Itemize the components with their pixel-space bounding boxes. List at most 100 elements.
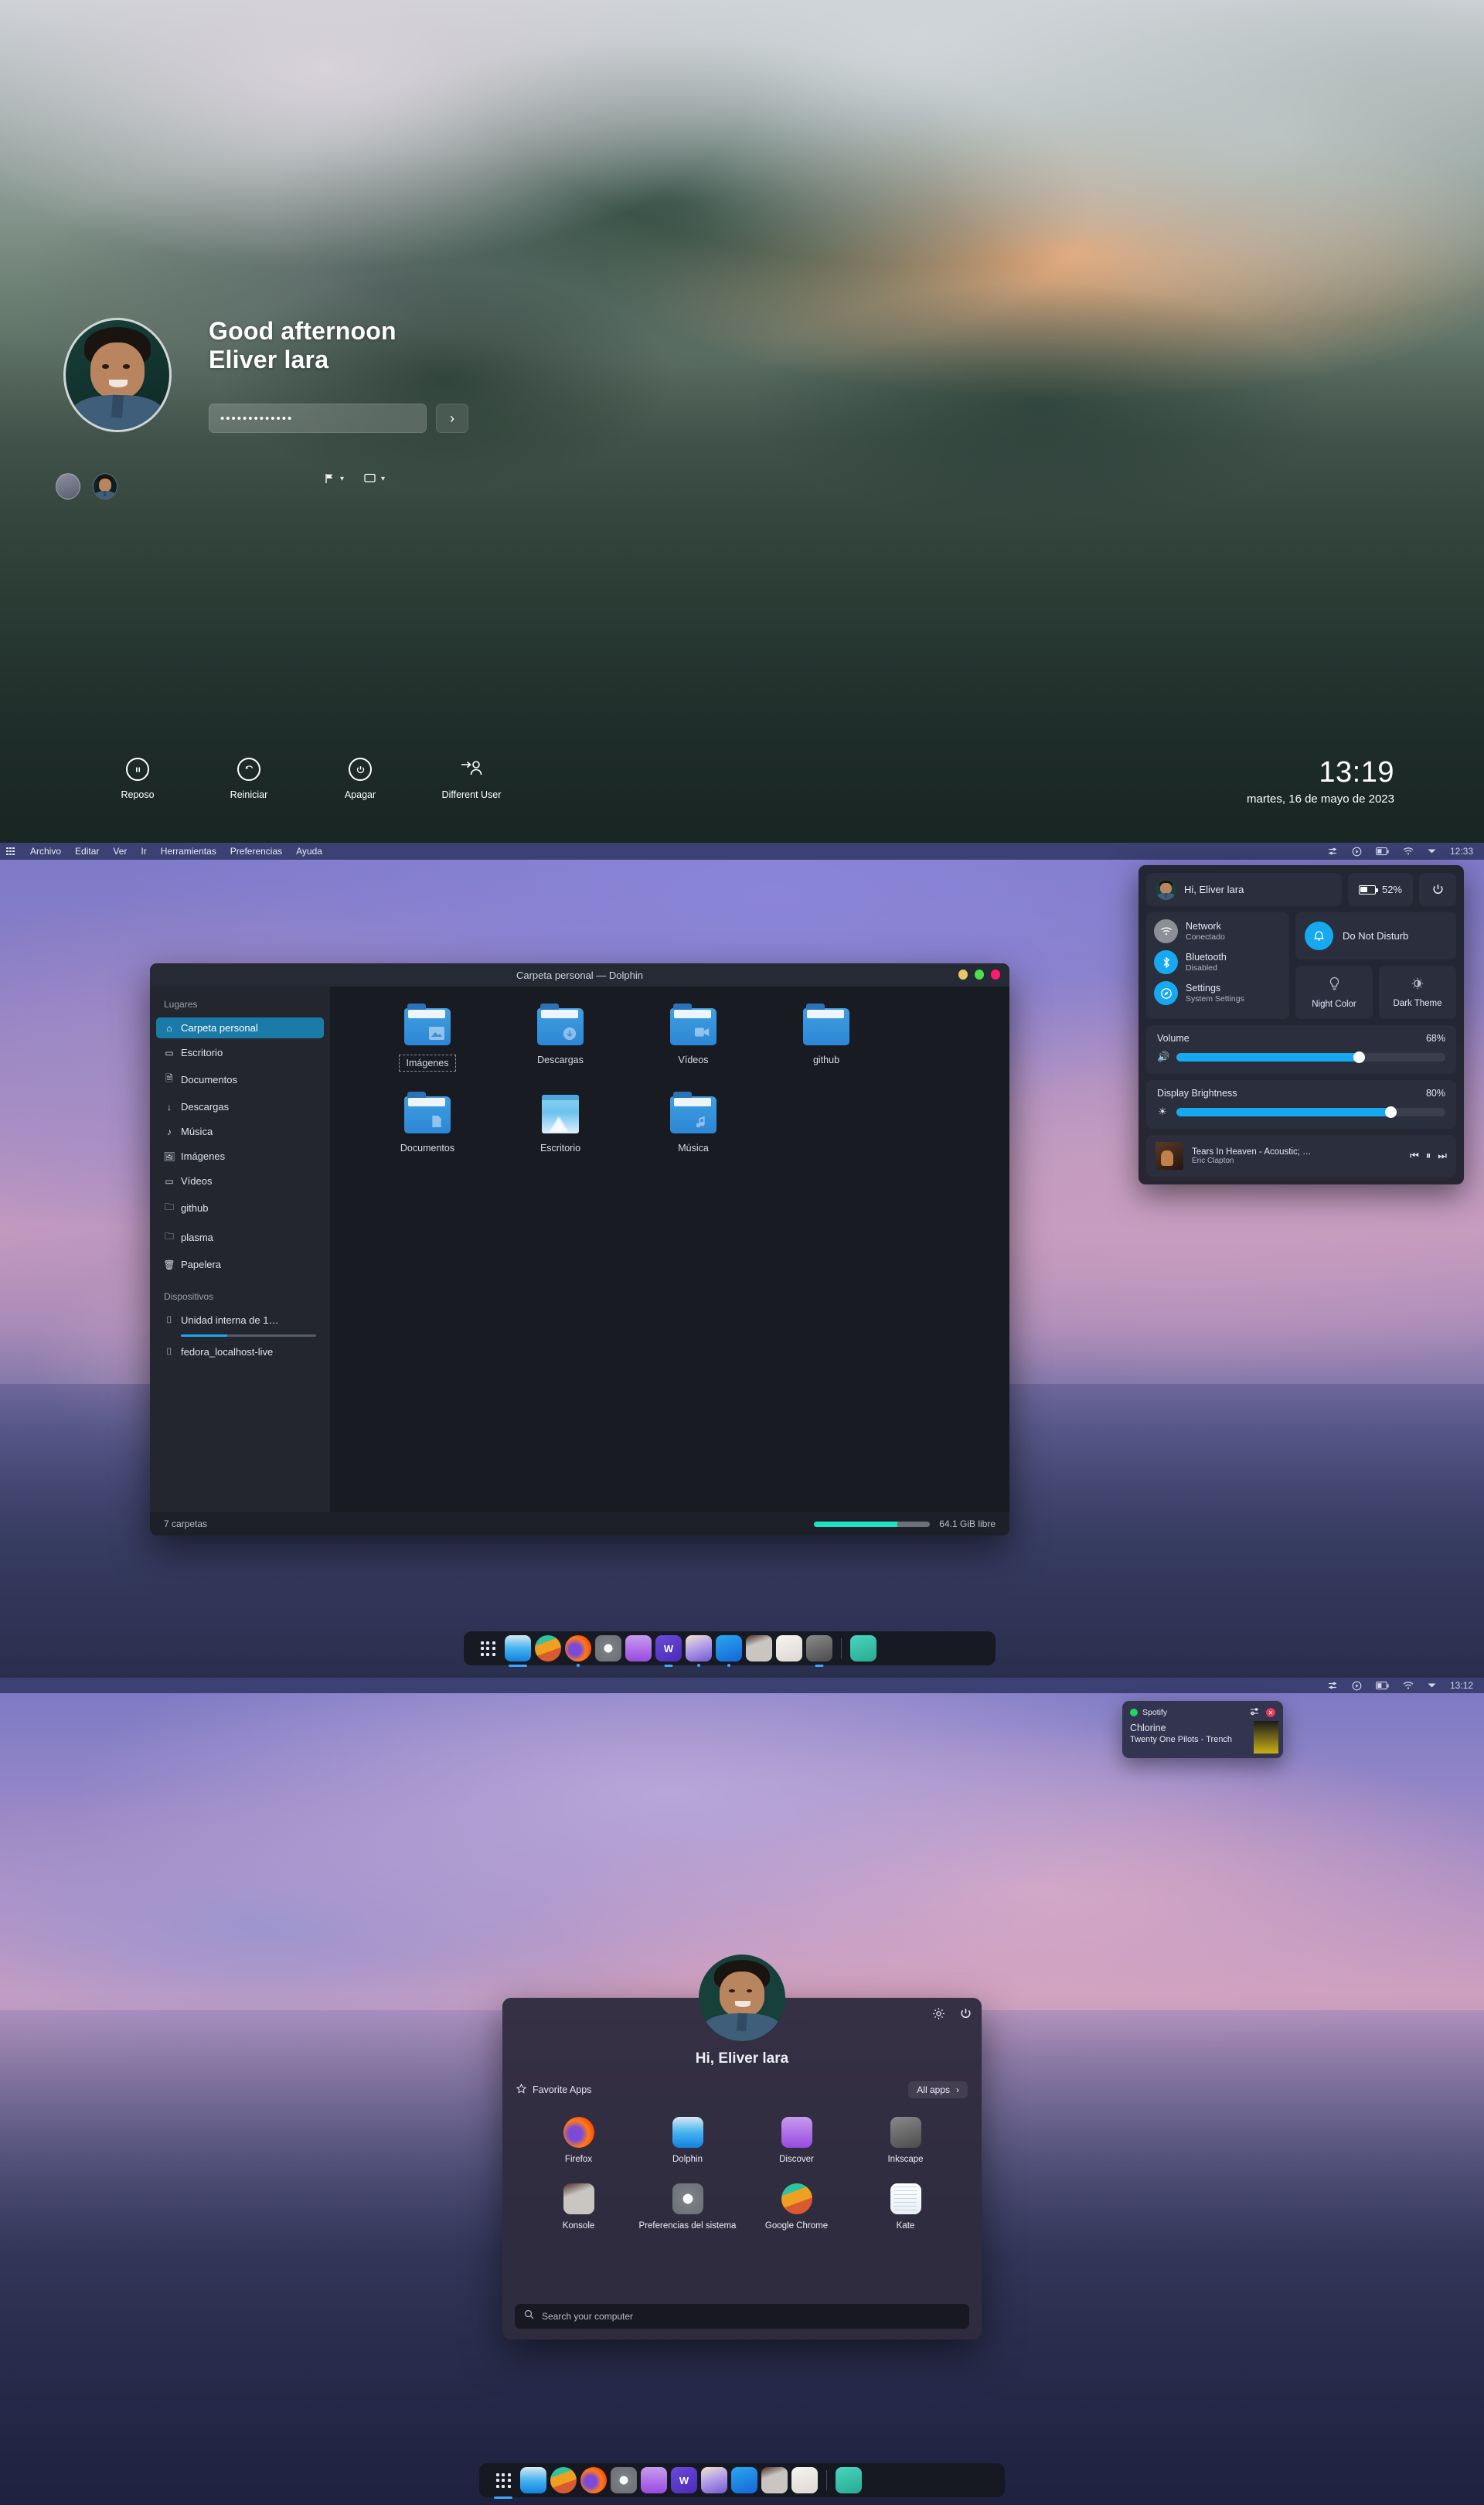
dock-item-discover[interactable] (625, 1635, 652, 1661)
toggle-night-color[interactable]: Night Color (1295, 966, 1373, 1019)
close-icon[interactable]: ✕ (1266, 1708, 1275, 1717)
toggle-network[interactable]: Network Conectado (1154, 919, 1281, 943)
sliders-icon[interactable] (1250, 1707, 1260, 1718)
dock-item-inkscape[interactable] (806, 1635, 832, 1667)
dock-item-dolphin[interactable] (520, 2467, 546, 2493)
audio-mixer-icon[interactable] (1328, 1681, 1338, 1691)
dock-item-vscode[interactable] (731, 2467, 757, 2493)
panel-clock[interactable]: 12:33 (1450, 846, 1473, 857)
notification-popup[interactable]: Spotify ✕ Chlorine Twenty One Pilots - T… (1122, 1701, 1283, 1758)
menu-item-ver[interactable]: Ver (106, 843, 134, 860)
sidebar-item-documentos[interactable]: 🗎 Documentos (156, 1067, 324, 1092)
app-grid-icon[interactable] (475, 1635, 501, 1661)
battery-icon[interactable] (1376, 1681, 1389, 1690)
media-player-widget[interactable]: Tears In Heaven - Acoustic; … Eric Clapt… (1146, 1135, 1456, 1177)
user-thumb-current[interactable] (93, 473, 117, 499)
app-kate[interactable]: Kate (851, 2176, 960, 2239)
menu-item-preferencias[interactable]: Preferencias (223, 843, 289, 860)
file-item[interactable]: Vídeos (627, 1004, 760, 1072)
dolphin-window[interactable]: Carpeta personal — Dolphin Lugares ⌂ Car… (150, 963, 1009, 1535)
switch-user-button[interactable]: Different User (434, 756, 509, 801)
dock-item-gallery[interactable] (701, 2467, 727, 2493)
brightness-slider[interactable] (1176, 1106, 1445, 1118)
volume-slider-knob[interactable] (1353, 1051, 1365, 1063)
keyboard-layout-selector[interactable]: ▾ (325, 473, 344, 484)
close-button[interactable] (991, 970, 1000, 980)
file-item[interactable]: Documentos (361, 1092, 494, 1154)
sidebar-item-carpeta-personal[interactable]: ⌂ Carpeta personal (156, 1017, 324, 1038)
dock-item-kvantum[interactable] (776, 1635, 802, 1661)
dock-item-chrome[interactable] (550, 2467, 577, 2493)
sidebar-item-github[interactable]: 🗀 github (156, 1195, 324, 1221)
file-item[interactable]: Descargas (494, 1004, 627, 1072)
gear-icon[interactable] (932, 2007, 945, 2024)
dolphin-titlebar[interactable]: Carpeta personal — Dolphin (150, 963, 1009, 987)
menu-item-herramientas[interactable]: Herramientas (154, 843, 223, 860)
power-icon[interactable] (959, 2007, 972, 2024)
maximize-button[interactable] (975, 970, 984, 980)
password-input[interactable]: ••••••••••••• (209, 404, 427, 434)
dock-item-konsole[interactable] (746, 1635, 772, 1661)
chevron-down-icon[interactable] (1428, 1682, 1436, 1689)
previous-icon[interactable]: ⏮ (1410, 1150, 1419, 1162)
sidebar-item-papelera[interactable]: 🗑 Papelera (156, 1254, 324, 1275)
app-konsole[interactable]: Konsole (524, 2176, 633, 2239)
app-system-settings[interactable]: Preferencias del sistema (633, 2176, 742, 2239)
dock-item-trash[interactable] (850, 1635, 876, 1661)
file-grid-view[interactable]: Imágenes Descargas Vídeos github Documen… (330, 987, 1009, 1512)
dock-item-chrome[interactable] (535, 1635, 561, 1661)
file-item[interactable]: github (760, 1004, 893, 1072)
file-item[interactable]: Escritorio (494, 1093, 627, 1154)
sidebar-item-fedora-live[interactable]: ⌷ fedora_localhost-live (156, 1341, 324, 1362)
dock-item-office[interactable]: W (655, 1635, 682, 1667)
minimize-button[interactable] (958, 970, 968, 980)
next-icon[interactable]: ⏭ (1438, 1150, 1447, 1162)
wifi-icon[interactable] (1403, 847, 1414, 856)
dock-item-settings[interactable] (611, 2467, 637, 2493)
app-grid-icon[interactable] (6, 847, 17, 856)
toggle-bluetooth[interactable]: Bluetooth Disabled (1154, 950, 1281, 974)
app-grid-icon[interactable] (490, 2467, 516, 2499)
power-button[interactable] (1419, 873, 1456, 906)
toggle-dark-theme[interactable]: Dark Theme (1379, 966, 1456, 1019)
menu-item-editar[interactable]: Editar (68, 843, 106, 860)
shutdown-button[interactable]: Apagar (323, 756, 397, 801)
application-launcher[interactable]: Hi, Eliver lara Favorite Apps All apps ›… (502, 1955, 982, 2340)
app-google-chrome[interactable]: Google Chrome (742, 2176, 851, 2239)
system-tray-popup[interactable]: Hi, Eliver lara 52% Network Conectado Bl… (1139, 865, 1464, 1184)
sidebar-item-musica[interactable]: ♪ Música (156, 1121, 324, 1142)
volume-slider-card[interactable]: Volume 68% 🔊 (1146, 1025, 1456, 1074)
restart-button[interactable]: Reiniciar (212, 756, 286, 801)
dock-item-vscode[interactable] (716, 1635, 742, 1667)
media-player-icon[interactable] (1352, 847, 1362, 857)
dock-item-firefox[interactable] (565, 1635, 591, 1667)
dock-item-firefox[interactable] (580, 2467, 607, 2493)
dock-item-dolphin[interactable] (505, 1635, 531, 1667)
dock-item-kvantum[interactable] (791, 2467, 818, 2493)
pause-icon[interactable]: ⏸ (1426, 1150, 1431, 1162)
avatar[interactable] (699, 1955, 785, 2041)
login-submit-button[interactable]: › (436, 404, 468, 434)
audio-mixer-icon[interactable] (1328, 847, 1338, 857)
volume-slider[interactable] (1176, 1051, 1445, 1063)
toggle-do-not-disturb[interactable]: Do Not Disturb (1295, 912, 1456, 959)
file-item[interactable]: Música (627, 1092, 760, 1154)
sidebar-item-descargas[interactable]: ↓ Descargas (156, 1096, 324, 1117)
dock-item-discover[interactable] (641, 2467, 667, 2493)
user-thumb-other[interactable] (56, 473, 80, 499)
brightness-slider-knob[interactable] (1385, 1106, 1397, 1118)
file-item[interactable]: Imágenes (361, 1004, 494, 1072)
search-input[interactable]: Search your computer (515, 2304, 969, 2329)
sidebar-item-imagenes[interactable]: 🖼 Imágenes (156, 1146, 324, 1167)
app-discover[interactable]: Discover (742, 2109, 851, 2173)
menu-item-ir[interactable]: Ir (134, 843, 153, 860)
sidebar-item-videos[interactable]: ▭ Vídeos (156, 1171, 324, 1191)
menu-item-ayuda[interactable]: Ayuda (289, 843, 329, 860)
app-firefox[interactable]: Firefox (524, 2109, 633, 2173)
panel-clock-two[interactable]: 13:12 (1450, 1680, 1473, 1691)
sidebar-item-escritorio[interactable]: ▭ Escritorio (156, 1042, 324, 1063)
brightness-slider-card[interactable]: Display Brightness 80% ☀ (1146, 1080, 1456, 1129)
wifi-icon[interactable] (1403, 1681, 1414, 1690)
session-selector[interactable]: ▾ (364, 473, 385, 484)
chevron-down-icon[interactable] (1428, 848, 1436, 854)
